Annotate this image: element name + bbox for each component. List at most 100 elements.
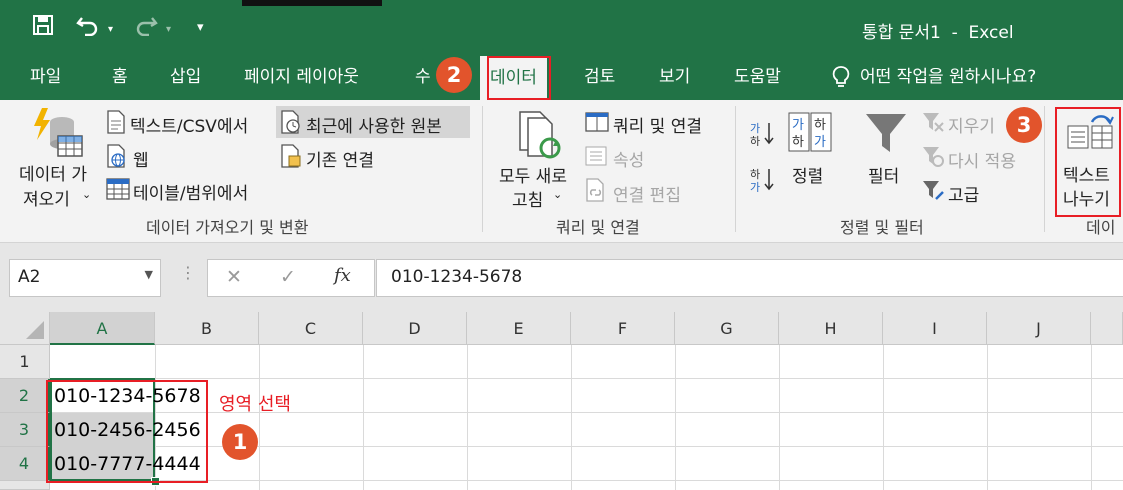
column-header-d[interactable]: D <box>363 312 467 345</box>
formula-bar-area: A2 ▼ ⋮ ✕ ✓ fx 010-1234-5678 <box>0 243 1123 312</box>
row-header-2[interactable]: 2 <box>0 379 50 413</box>
title-strip <box>242 0 382 6</box>
save-icon[interactable] <box>32 14 54 41</box>
undo-icon[interactable] <box>76 14 102 41</box>
window-title: 통합 문서1 - Excel <box>862 23 1014 43</box>
properties-button[interactable]: 속성 <box>613 146 644 171</box>
column-header-g[interactable]: G <box>675 312 779 345</box>
refresh-dropdown-icon[interactable]: ⌄ <box>553 188 562 201</box>
name-box[interactable]: A2 ▼ <box>9 259 161 297</box>
range-highlight-box <box>46 380 208 483</box>
svg-text:가: 가 <box>750 122 760 135</box>
customize-toolbar-icon[interactable]: ▾ <box>197 20 204 35</box>
group-separator <box>735 106 736 232</box>
column-header-i[interactable]: I <box>883 312 987 345</box>
gridline <box>50 412 1123 413</box>
gridline <box>675 345 676 490</box>
data-tab-highlight-box <box>487 56 551 100</box>
enter-icon[interactable]: ✓ <box>280 266 296 288</box>
sort-button[interactable]: 정렬 <box>792 162 823 187</box>
gridline <box>50 480 1123 481</box>
gridline <box>987 345 988 490</box>
gridline <box>467 345 468 490</box>
insert-function-icon[interactable]: fx <box>334 265 351 286</box>
ribbon-panel: 데이터 가 져오기 ⌄ 텍스트/CSV에서 웹 테이블/범위에서 최근에 사용한… <box>0 100 1123 243</box>
name-box-dropdown-icon[interactable]: ▼ <box>145 268 153 281</box>
tab-file[interactable]: 파일 <box>30 54 61 100</box>
properties-icon <box>585 146 607 170</box>
sort-descending-icon[interactable]: 하가 <box>750 166 776 196</box>
gridline <box>50 446 1123 447</box>
edit-links-button[interactable]: 연결 편집 <box>613 181 681 206</box>
tab-home[interactable]: 홈 <box>112 54 128 100</box>
recent-sources-icon <box>280 110 302 138</box>
queries-group-label: 쿼리 및 연결 <box>556 218 640 237</box>
text-file-icon <box>106 110 126 138</box>
sort-filter-group-label: 정렬 및 필터 <box>840 218 924 237</box>
column-header-k[interactable] <box>1091 312 1123 345</box>
recent-sources-button[interactable]: 최근에 사용한 원본 <box>306 112 442 137</box>
get-data-dropdown-icon[interactable]: ⌄ <box>82 188 91 201</box>
clear-button[interactable]: 지우기 <box>948 112 995 137</box>
from-web-button[interactable]: 웹 <box>133 146 149 171</box>
svg-text:하: 하 <box>750 134 760 146</box>
column-header-e[interactable]: E <box>467 312 571 345</box>
get-data-label-2[interactable]: 져오기 <box>23 185 70 210</box>
lightbulb-icon <box>832 66 850 87</box>
existing-connections-button[interactable]: 기존 연결 <box>306 146 374 171</box>
svg-text:가: 가 <box>750 181 760 192</box>
column-header-a[interactable]: A <box>50 312 155 345</box>
row-header-1[interactable]: 1 <box>0 345 50 379</box>
row-header-5[interactable] <box>0 481 50 490</box>
get-data-icon <box>32 108 84 164</box>
tab-insert[interactable]: 삽입 <box>170 54 201 100</box>
edit-links-icon <box>585 178 607 206</box>
table-icon <box>106 178 130 204</box>
refresh-all-label-1[interactable]: 모두 새로 <box>499 162 567 187</box>
advanced-button[interactable]: 고급 <box>948 181 979 206</box>
select-range-note: 영역 선택 <box>219 394 291 415</box>
filter-button[interactable]: 필터 <box>868 162 899 187</box>
row-header-4[interactable]: 4 <box>0 447 50 481</box>
svg-text:가: 가 <box>814 135 826 150</box>
web-icon <box>106 144 128 172</box>
tab-review[interactable]: 검토 <box>584 54 615 100</box>
undo-dropdown-icon[interactable]: ▾ <box>108 24 113 35</box>
step-2-badge: 2 <box>436 57 472 93</box>
refresh-all-icon <box>516 110 564 166</box>
select-all-corner[interactable] <box>0 312 50 345</box>
column-header-f[interactable]: F <box>571 312 675 345</box>
group-separator <box>1044 106 1045 232</box>
gridline <box>1091 345 1092 490</box>
redo-dropdown-icon[interactable]: ▾ <box>166 24 171 35</box>
tab-page-layout[interactable]: 페이지 레이아웃 <box>244 54 359 100</box>
get-data-label-1[interactable]: 데이터 가 <box>19 160 87 185</box>
tell-me-box[interactable]: 어떤 작업을 원하시나요? <box>832 54 1036 100</box>
get-transform-group-label: 데이터 가져오기 및 변환 <box>146 218 309 237</box>
gridline <box>883 345 884 490</box>
gridline <box>363 345 364 490</box>
from-text-csv-button[interactable]: 텍스트/CSV에서 <box>130 112 248 137</box>
formula-input[interactable]: 010-1234-5678 <box>376 259 1123 297</box>
column-header-j[interactable]: J <box>987 312 1091 345</box>
from-table-button[interactable]: 테이블/범위에서 <box>133 179 248 204</box>
redo-icon[interactable] <box>132 14 158 41</box>
row-header-3[interactable]: 3 <box>0 413 50 447</box>
reapply-button[interactable]: 다시 적용 <box>948 147 1016 172</box>
existing-connections-icon <box>280 144 302 172</box>
title-bar: ▾ ▾ ▾ 통합 문서1 - Excel <box>0 0 1123 54</box>
name-box-value: A2 <box>18 267 41 287</box>
queries-connections-button[interactable]: 쿼리 및 연결 <box>613 112 702 137</box>
sort-ascending-icon[interactable]: 가하 <box>750 120 776 150</box>
advanced-filter-icon <box>921 178 945 206</box>
cancel-icon[interactable]: ✕ <box>226 266 242 288</box>
tab-formulas[interactable]: 수 <box>415 54 431 100</box>
tab-view[interactable]: 보기 <box>659 54 690 100</box>
column-header-c[interactable]: C <box>259 312 363 345</box>
formula-bar-handle[interactable]: ⋮ <box>180 263 196 282</box>
column-header-h[interactable]: H <box>779 312 883 345</box>
tab-help[interactable]: 도움말 <box>734 54 781 100</box>
refresh-all-label-2[interactable]: 고침 <box>512 186 543 211</box>
column-header-b[interactable]: B <box>155 312 259 345</box>
step-3-badge: 3 <box>1006 107 1042 143</box>
